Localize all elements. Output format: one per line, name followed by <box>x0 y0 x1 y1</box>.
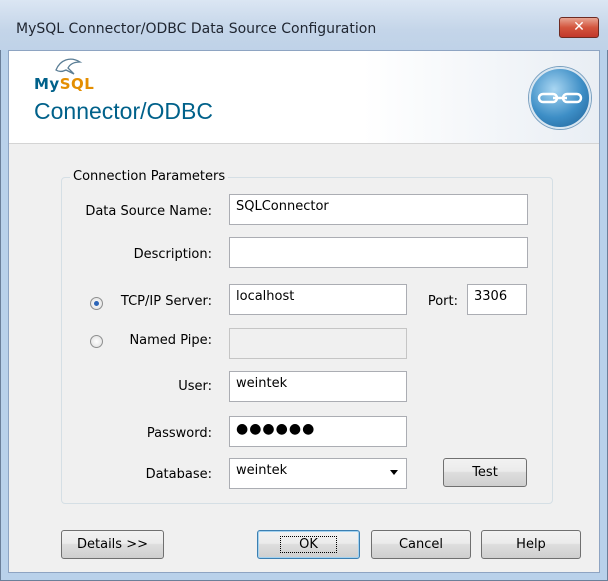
tcpip-label: TCP/IP Server: <box>120 294 212 309</box>
chevron-down-icon[interactable] <box>390 470 398 475</box>
dsn-label: Data Source Name: <box>85 204 212 219</box>
ok-label: OK <box>280 536 337 553</box>
chain-link-icon <box>529 67 591 129</box>
database-select-value: weintek <box>236 463 288 478</box>
chain-glyph <box>537 92 583 104</box>
port-input[interactable]: 3306 <box>467 284 527 315</box>
named-pipe-label: Named Pipe: <box>129 333 212 348</box>
description-label: Description: <box>133 247 212 262</box>
cancel-button[interactable]: Cancel <box>371 530 471 559</box>
description-input[interactable] <box>229 237 528 268</box>
logo-my: My <box>34 75 60 93</box>
mysql-logo: MySQL <box>34 75 94 93</box>
product-title: Connector/ODBC <box>34 98 213 124</box>
window-title: MySQL Connector/ODBC Data Source Configu… <box>16 21 377 37</box>
database-select[interactable]: weintek <box>229 458 407 489</box>
user-label: User: <box>178 379 212 394</box>
named-pipe-input <box>229 328 407 359</box>
tcpip-server-input[interactable]: localhost <box>229 284 407 315</box>
named-pipe-radio[interactable] <box>90 335 103 348</box>
dsn-input[interactable]: SQLConnector <box>229 194 528 225</box>
details-button[interactable]: Details >> <box>61 530 164 559</box>
tcpip-radio[interactable] <box>90 297 103 310</box>
close-icon: ✕ <box>573 19 585 35</box>
port-label: Port: <box>427 294 458 309</box>
logo-sql: SQL <box>59 75 95 93</box>
database-label: Database: <box>145 467 212 482</box>
test-button[interactable]: Test <box>443 458 527 487</box>
ok-button[interactable]: OK <box>257 530 360 559</box>
close-button[interactable]: ✕ <box>559 17 599 38</box>
group-title: Connection Parameters <box>70 169 229 184</box>
password-label: Password: <box>146 426 212 441</box>
password-input[interactable]: ●●●●●● <box>229 416 407 447</box>
help-button[interactable]: Help <box>481 530 581 559</box>
user-input[interactable]: weintek <box>229 371 407 402</box>
